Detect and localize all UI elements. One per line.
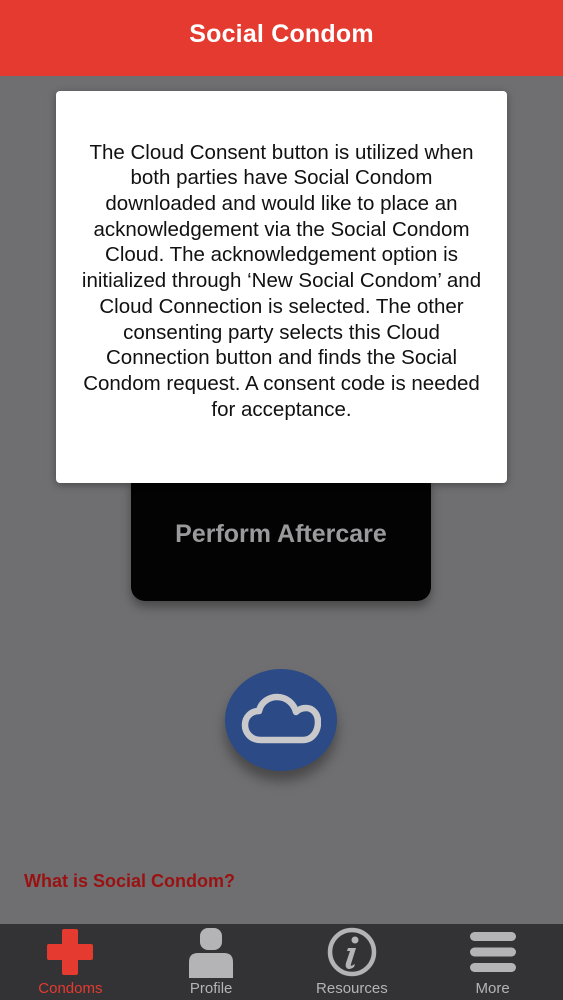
tab-label: Resources (316, 980, 388, 997)
tab-condoms[interactable]: Condoms (0, 924, 141, 1000)
perform-aftercare-label: Perform Aftercare (175, 520, 387, 548)
tab-bar: Condoms Profile Resources More (0, 924, 563, 1000)
red-cross-icon (45, 924, 95, 979)
info-icon (326, 924, 378, 979)
info-modal[interactable]: The Cloud Consent button is utilized whe… (56, 91, 507, 483)
tab-more[interactable]: More (422, 924, 563, 1000)
page-title: Social Condom (189, 19, 374, 48)
hamburger-icon (468, 924, 518, 979)
app-screen: Social Condom Perform Aftercare What is … (0, 0, 563, 1000)
tab-resources[interactable]: Resources (282, 924, 423, 1000)
perform-aftercare-button[interactable]: Perform Aftercare (131, 471, 431, 601)
nav-header: Social Condom (0, 0, 563, 76)
tab-label: Profile (189, 980, 233, 997)
modal-text: The Cloud Consent button is utilized whe… (81, 140, 482, 421)
what-is-social-condom-link[interactable]: What is Social Condom? (24, 871, 235, 892)
tab-label: Condoms (38, 980, 103, 997)
tab-label: More (475, 980, 510, 997)
tab-profile[interactable]: Profile (141, 924, 282, 1000)
cloud-connection-button[interactable] (225, 669, 337, 771)
cloud-icon (241, 693, 321, 744)
person-icon (186, 924, 236, 979)
